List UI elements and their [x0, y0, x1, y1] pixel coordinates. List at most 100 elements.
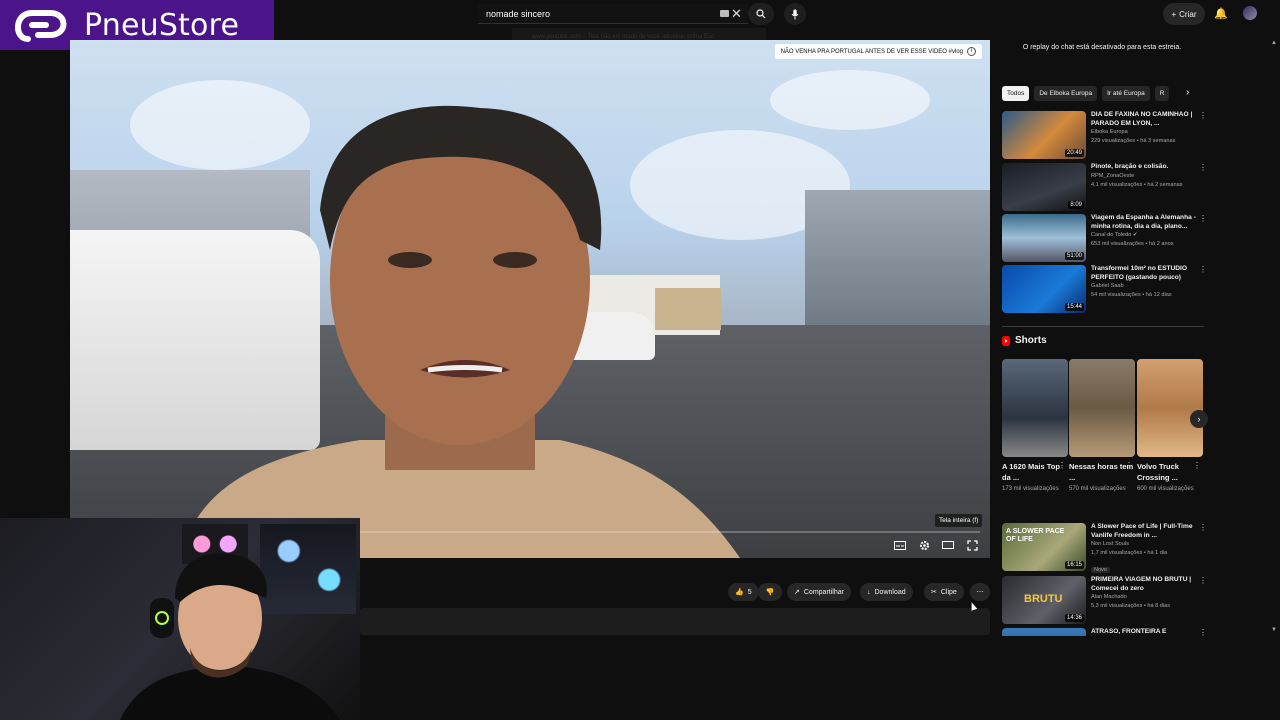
more-actions-button[interactable]: ⋯ [970, 583, 990, 601]
account-avatar[interactable] [1243, 6, 1257, 20]
video-meta: DIA DE FAXINA NO CAMINHÃO | PARADO EM LY… [1091, 111, 1207, 159]
search-input[interactable]: nomade sincero [478, 4, 748, 24]
video-title[interactable]: A Slower Pace of Life | Full-Time Vanlif… [1091, 523, 1201, 540]
shorts-title: Shorts [1015, 335, 1047, 346]
channel-name[interactable]: Elboka Europa [1091, 128, 1201, 137]
dislike-button[interactable]: 👎 [758, 583, 782, 601]
channel-name[interactable]: RPM_ZonaOeste [1091, 172, 1201, 181]
more-vert-icon[interactable]: ⋮ [1125, 461, 1133, 470]
video-thumbnail[interactable]: BRUTU 14:36 [1002, 576, 1086, 624]
video-title[interactable]: Transformei 10m² no ESTÚDIO PERFEITO (ga… [1091, 265, 1201, 282]
duration-badge: 20:49 [1064, 149, 1084, 157]
video-title[interactable]: Viagem da Espanha a Alemanha - minha rot… [1091, 214, 1201, 231]
brand-name: PneuStore [84, 7, 240, 43]
webcam-overlay [0, 518, 360, 720]
short-views: 173 mil visualizações [1002, 486, 1059, 492]
notifications-icon[interactable]: 🔔 [1214, 7, 1228, 20]
like-button[interactable]: 👍 5 [728, 583, 759, 601]
video-title[interactable]: ATRASO, FRONTEIRA E [1091, 628, 1201, 636]
list-item[interactable]: 20:49 DIA DE FAXINA NO CAMINHÃO | PARADO… [1002, 111, 1208, 159]
divider [1002, 326, 1204, 327]
clip-label: Clipe [940, 588, 957, 596]
short-views: 570 mil visualizações [1069, 486, 1126, 492]
short-thumbnail[interactable] [1069, 359, 1135, 457]
video-thumbnail[interactable]: 51:00 [1002, 214, 1086, 262]
channel-name[interactable]: Non Lost Souls [1091, 540, 1201, 549]
chip-channel[interactable]: De Elboka Europa [1034, 86, 1098, 101]
shorts-header: Shorts [1002, 335, 1047, 346]
short-meta: Volvo Truck Crossing ... 600 mil visuali… [1137, 461, 1203, 494]
scroll-down-icon[interactable]: ▼ [1271, 627, 1277, 633]
video-title[interactable]: PRIMEIRA VIAGEM NO BRUTU | Comecei do ze… [1091, 576, 1201, 593]
video-title[interactable]: Pinote, bração e colisão. [1091, 163, 1201, 172]
info-icon[interactable]: i [967, 47, 976, 56]
chip-more[interactable]: R [1154, 86, 1170, 101]
shorts-icon [1002, 335, 1010, 346]
list-item[interactable]: 51:00 Viagem da Espanha a Alemanha - min… [1002, 214, 1208, 262]
clear-search-icon[interactable]: ✕ [731, 6, 742, 22]
chip-topic[interactable]: Ir até Europa [1102, 86, 1150, 101]
thumbs-down-icon: 👎 [765, 589, 775, 596]
video-meta: ATRASO, FRONTEIRA E ⋮ [1091, 628, 1207, 636]
list-item[interactable]: 15:44 Transformei 10m² no ESTÚDIO PERFEI… [1002, 265, 1208, 313]
duration-badge: 15:44 [1064, 303, 1084, 311]
thumbnail-text: BRUTU [1024, 593, 1063, 605]
scroll-up-icon[interactable]: ▲ [1271, 40, 1277, 46]
chip-all[interactable]: Todos [1002, 86, 1030, 101]
theater-icon [942, 541, 954, 549]
list-item[interactable]: A SLOWER PACE OF LIFE 16:15 A Slower Pac… [1002, 523, 1208, 573]
settings-button[interactable] [916, 537, 932, 553]
download-button[interactable]: ↓ Download [860, 583, 913, 601]
thumbnail-text: A SLOWER PACE OF LIFE [1006, 528, 1065, 543]
more-vert-icon[interactable]: ⋮ [1199, 214, 1207, 223]
video-thumbnail[interactable]: 15:44 [1002, 265, 1086, 313]
short-thumbnail[interactable] [1002, 359, 1068, 457]
gear-icon [919, 540, 929, 550]
channel-name[interactable]: Gabriel Saab [1091, 282, 1201, 291]
more-vert-icon[interactable]: ⋮ [1199, 111, 1207, 120]
video-thumbnail[interactable] [1002, 628, 1086, 636]
short-thumbnail[interactable] [1137, 359, 1203, 457]
list-item[interactable]: 8:09 Pinote, bração e colisão. RPM_ZonaO… [1002, 163, 1208, 211]
create-button[interactable]: + Criar [1163, 3, 1205, 25]
video-meta: Pinote, bração e colisão. RPM_ZonaOeste … [1091, 163, 1207, 211]
download-label: Download [874, 588, 906, 596]
list-item[interactable]: ATRASO, FRONTEIRA E ⋮ [1002, 628, 1208, 636]
chevron-right-icon[interactable]: › [1186, 87, 1189, 98]
more-vert-icon[interactable]: ⋮ [1199, 523, 1207, 532]
video-stats: 229 visualizações • há 3 semanas [1091, 138, 1176, 144]
more-vert-icon[interactable]: ⋮ [1199, 628, 1207, 636]
subtitles-button[interactable] [892, 537, 908, 553]
list-item[interactable]: BRUTU 14:36 PRIMEIRA VIAGEM NO BRUTU | C… [1002, 576, 1208, 624]
keyboard-icon[interactable] [720, 10, 729, 17]
plus-icon: + [1171, 9, 1177, 19]
video-stats: 1,7 mil visualizações • há 1 dia [1091, 550, 1168, 556]
more-vert-icon[interactable]: ⋮ [1058, 461, 1066, 470]
more-vert-icon[interactable]: ⋮ [1199, 163, 1207, 172]
more-vert-icon[interactable]: ⋮ [1199, 576, 1207, 585]
share-button[interactable]: ↗ Compartilhar [787, 583, 851, 601]
channel-name[interactable]: Canal do Toledo ✔ [1091, 231, 1201, 240]
video-stats: 653 mil visualizações • há 2 anos [1091, 241, 1174, 247]
chevron-right-icon: › [1197, 414, 1201, 424]
shorts-next-button[interactable]: › [1190, 410, 1208, 428]
fullscreen-button[interactable] [964, 537, 980, 553]
verified-icon: ✔ [1132, 232, 1138, 238]
video-title[interactable]: DIA DE FAXINA NO CAMINHÃO | PARADO EM LY… [1091, 111, 1201, 128]
video-player[interactable]: NÃO VENHA PRA PORTUGAL ANTES DE VER ESSE… [70, 40, 990, 558]
clip-button[interactable]: ✂ Clipe [924, 583, 964, 601]
video-thumbnail[interactable]: 20:49 [1002, 111, 1086, 159]
video-title-chip[interactable]: NÃO VENHA PRA PORTUGAL ANTES DE VER ESSE… [774, 44, 982, 59]
download-icon: ↓ [867, 588, 871, 596]
more-vert-icon[interactable]: ⋮ [1193, 461, 1201, 470]
fullscreen-tooltip: Tela inteira (f) [935, 514, 983, 527]
video-thumbnail[interactable]: A SLOWER PACE OF LIFE 16:15 [1002, 523, 1086, 571]
description-box[interactable] [360, 608, 990, 635]
share-icon: ↗ [794, 589, 800, 596]
video-thumbnail[interactable]: 8:09 [1002, 163, 1086, 211]
more-vert-icon[interactable]: ⋮ [1199, 265, 1207, 274]
channel-name[interactable]: Alan Machado [1091, 593, 1201, 602]
voice-search-button[interactable] [784, 3, 806, 25]
theater-mode-button[interactable] [940, 537, 956, 553]
search-button[interactable] [748, 3, 774, 25]
